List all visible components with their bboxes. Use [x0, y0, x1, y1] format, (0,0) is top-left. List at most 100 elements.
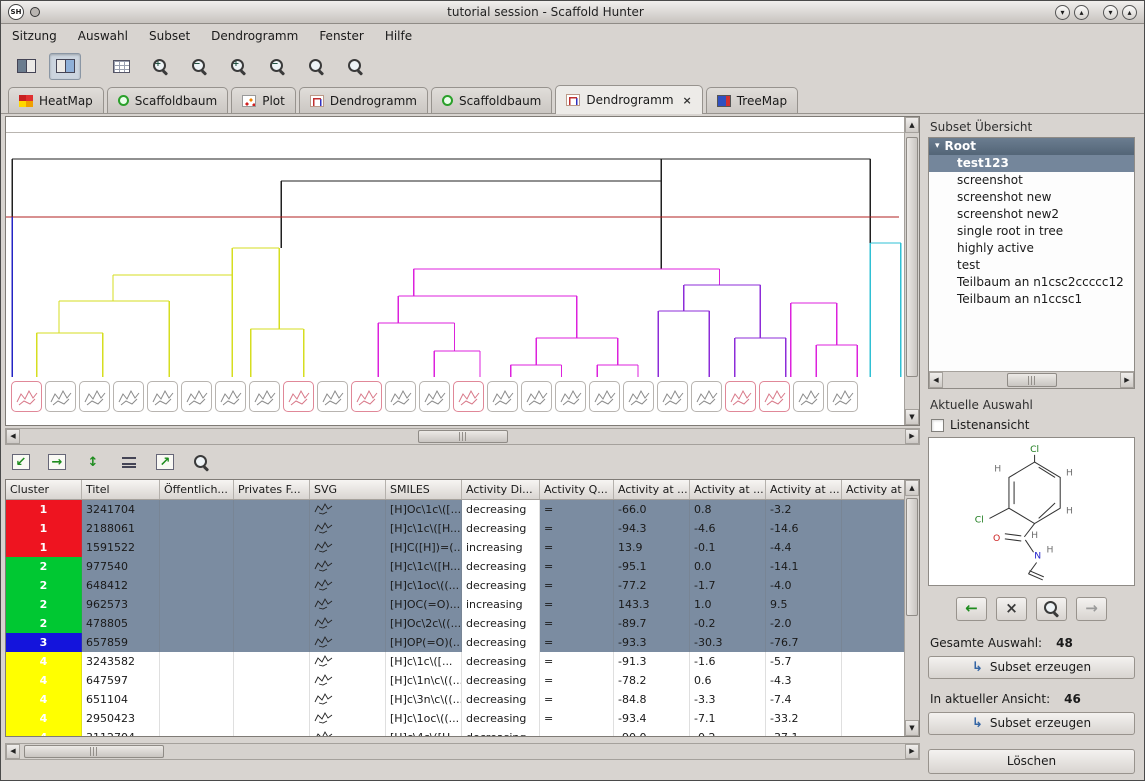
create-subset-from-selection-button[interactable]: ↳ Subset erzeugen [928, 656, 1135, 679]
menu-fenster[interactable]: Fenster [319, 29, 364, 43]
add-to-selection-button[interactable]: ↙ [9, 450, 33, 474]
molecule-thumbnail[interactable] [11, 381, 42, 412]
column-header[interactable]: Öffentlich... [160, 480, 234, 499]
scroll-track[interactable] [943, 372, 1120, 388]
molecule-thumbnail[interactable] [793, 381, 824, 412]
molecule-thumbnail[interactable] [453, 381, 484, 412]
table-row[interactable]: 2977540[H]c\1c\([H...decreasing=-95.10.0… [6, 557, 904, 576]
table-row[interactable]: 3657859[H]OP(=O)(...decreasing=-93.3-30.… [6, 633, 904, 652]
dendrogram-pane[interactable]: ▲ ▼ [5, 116, 920, 426]
fit-row-height-button[interactable]: ↕ [81, 450, 105, 474]
zoom-original-button[interactable] [300, 53, 332, 80]
column-header[interactable]: Activity Q... [540, 480, 614, 499]
table-row[interactable]: 42950423[H]c\1oc\((...decreasing=-93.4-7… [6, 709, 904, 728]
subset-item-screenshot[interactable]: screenshot [929, 172, 1134, 189]
scroll-right-icon[interactable]: ▶ [905, 429, 919, 444]
scroll-thumb[interactable] [906, 498, 918, 616]
tab-plot[interactable]: Plot [231, 87, 296, 113]
single-view-button[interactable] [10, 53, 42, 80]
table-row[interactable]: 4647597[H]c\1n\c\((...decreasing=-78.20.… [6, 671, 904, 690]
tab-scaffoldbaum[interactable]: Scaffoldbaum [431, 87, 552, 113]
zoom-selection-button[interactable] [339, 53, 371, 80]
window-unshade-button[interactable]: ▴ [1122, 5, 1137, 20]
previous-selection-button[interactable]: ← [956, 597, 987, 621]
subset-item-screenshot-new[interactable]: screenshot new [929, 189, 1134, 206]
list-view-checkbox[interactable] [931, 419, 944, 432]
tab-dendrogramm[interactable]: Dendrogramm× [555, 85, 702, 114]
scroll-track[interactable] [20, 429, 905, 444]
subset-item-single-root-in-tree[interactable]: single root in tree [929, 223, 1134, 240]
table-row[interactable]: 11591522[H]C([H])=(...increasing=13.9-0.… [6, 538, 904, 557]
molecule-thumbnail[interactable] [657, 381, 688, 412]
column-header[interactable]: Activity at ... [766, 480, 842, 499]
scroll-up-icon[interactable]: ▲ [905, 480, 919, 496]
window-scroll-down-button[interactable]: ▾ [1055, 5, 1070, 20]
column-header[interactable]: Activity Di... [462, 480, 540, 499]
subset-item-highly-active[interactable]: highly active [929, 240, 1134, 257]
scroll-left-icon[interactable]: ◀ [6, 744, 20, 759]
molecule-thumbnail[interactable] [45, 381, 76, 412]
molecule-thumbnail[interactable] [317, 381, 348, 412]
zoom-out-button[interactable]: − [183, 53, 215, 80]
molecule-thumbnail[interactable] [385, 381, 416, 412]
molecule-thumbnail[interactable] [351, 381, 382, 412]
dendrogram-canvas[interactable] [6, 133, 903, 377]
molecule-thumbnail[interactable] [589, 381, 620, 412]
scroll-right-icon[interactable]: ▶ [1120, 372, 1134, 388]
column-header[interactable]: Privates F... [234, 480, 310, 499]
export-table-button[interactable]: → [45, 450, 69, 474]
scroll-track[interactable] [20, 744, 905, 759]
column-header[interactable]: SMILES [386, 480, 462, 499]
tab-close-icon[interactable]: × [683, 94, 692, 107]
scroll-thumb[interactable] [1007, 373, 1057, 387]
subset-item-teilbaum-an-n1csc2ccccc12[interactable]: Teilbaum an n1csc2ccccc12 [929, 274, 1134, 291]
collapse-icon[interactable]: ▾ [935, 138, 940, 155]
molecule-thumbnail[interactable] [113, 381, 144, 412]
table-row[interactable]: 2648412[H]c\1oc\((...decreasing=-77.2-1.… [6, 576, 904, 595]
table-vertical-scrollbar[interactable]: ▲ ▼ [904, 480, 919, 736]
column-header[interactable]: SVG [310, 480, 386, 499]
clear-selection-button[interactable]: × [996, 597, 1027, 621]
window-scroll-up-button[interactable]: ▴ [1074, 5, 1089, 20]
scroll-track[interactable] [905, 496, 919, 720]
menu-hilfe[interactable]: Hilfe [385, 29, 412, 43]
molecule-thumbnail[interactable] [555, 381, 586, 412]
table-row[interactable]: 2962573[H]OC(=O)...increasing=143.31.09.… [6, 595, 904, 614]
table-row[interactable]: 43112704[H]c\4c\([H...decreasing=-90.0-0… [6, 728, 904, 736]
table-grid-button[interactable] [105, 53, 137, 80]
dendrogram-horizontal-scrollbar[interactable]: ◀ ▶ [5, 428, 920, 445]
table-row[interactable]: 4651104[H]c\3n\c\((...decreasing=-84.8-3… [6, 690, 904, 709]
tab-heatmap[interactable]: HeatMap [8, 87, 104, 113]
table-horizontal-scrollbar[interactable]: ◀ ▶ [5, 743, 920, 760]
zoom-in-button[interactable]: + [144, 53, 176, 80]
scroll-down-icon[interactable]: ▼ [905, 720, 919, 736]
molecule-thumbnail[interactable] [759, 381, 790, 412]
scroll-up-icon[interactable]: ▲ [905, 117, 919, 133]
fit-columns-button[interactable]: ↗ [153, 450, 177, 474]
titlebar[interactable]: SH tutorial session - Scaffold Hunter ▾▴… [1, 1, 1144, 24]
table-row[interactable]: 13241704[H]Oc\1c\([...decreasing=-66.00.… [6, 500, 904, 519]
dendrogram-vertical-scrollbar[interactable]: ▲ ▼ [904, 117, 919, 425]
tab-treemap[interactable]: TreeMap [706, 87, 798, 113]
subset-item-root[interactable]: ▾Root [929, 138, 1134, 155]
zoom-in-step-button[interactable]: + [222, 53, 254, 80]
scroll-thumb[interactable] [906, 137, 918, 377]
molecule-thumbnail[interactable] [215, 381, 246, 412]
molecule-thumbnail[interactable] [181, 381, 212, 412]
molecule-thumbnail[interactable] [147, 381, 178, 412]
molecule-thumbnail[interactable] [79, 381, 110, 412]
molecule-thumbnail[interactable] [283, 381, 314, 412]
molecule-thumbnail[interactable] [623, 381, 654, 412]
column-header[interactable]: Activity at ... [842, 480, 904, 499]
column-header[interactable]: Activity at ... [690, 480, 766, 499]
window-stick-icon[interactable] [30, 7, 40, 17]
table-row[interactable]: 12188061[H]c\1c\([H...decreasing=-94.3-4… [6, 519, 904, 538]
scroll-down-icon[interactable]: ▼ [905, 409, 919, 425]
subset-item-screenshot-new2[interactable]: screenshot new2 [929, 206, 1134, 223]
tab-scaffoldbaum[interactable]: Scaffoldbaum [107, 87, 228, 113]
list-view-option[interactable]: Listenansicht [931, 418, 1135, 432]
tree-horizontal-scrollbar[interactable]: ◀ ▶ [929, 371, 1134, 388]
subset-item-test123[interactable]: test123 [929, 155, 1134, 172]
molecule-thumbnail[interactable] [691, 381, 722, 412]
table-row[interactable]: 43243582[H]c\1c\([...decreasing=-91.3-1.… [6, 652, 904, 671]
